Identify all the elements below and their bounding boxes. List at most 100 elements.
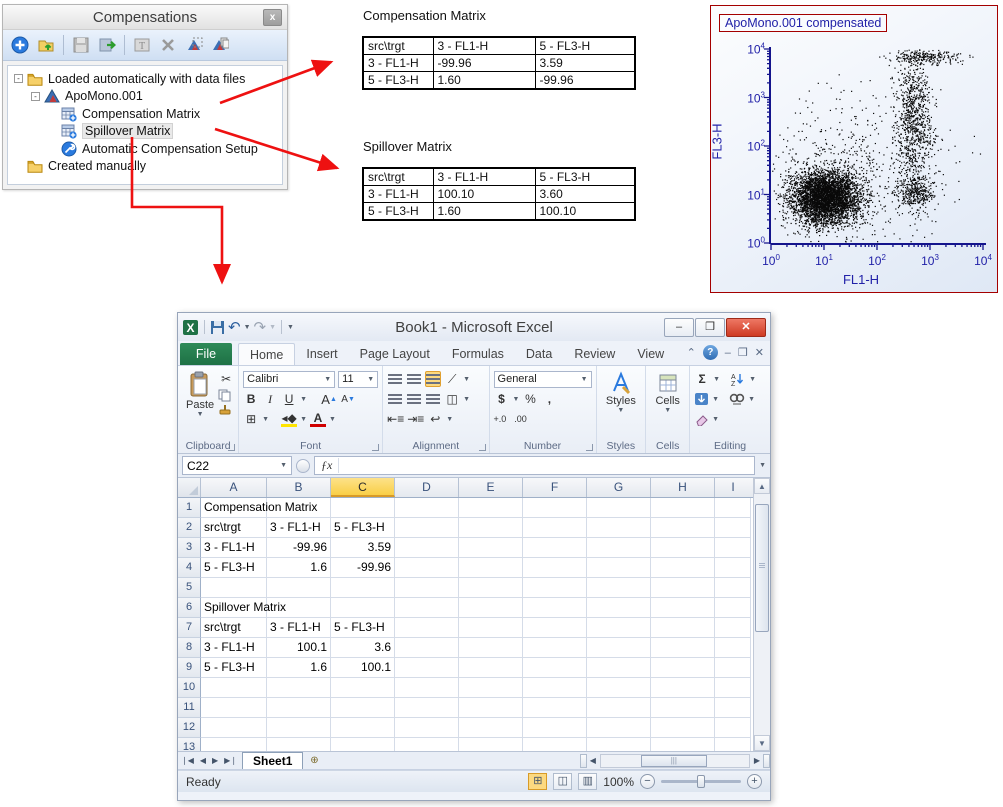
- column-header-G[interactable]: G: [587, 478, 651, 497]
- help-icon[interactable]: ?: [703, 345, 718, 360]
- cells-button[interactable]: Cells▼: [650, 369, 685, 416]
- cell-E10[interactable]: [459, 678, 523, 698]
- formula-input[interactable]: ƒx: [314, 456, 755, 475]
- cell-F1[interactable]: [523, 498, 587, 518]
- scroll-right-icon[interactable]: ▶: [751, 756, 763, 765]
- cell-C7[interactable]: 5 - FL3-H: [331, 618, 395, 638]
- tree-item-compensation-matrix[interactable]: Compensation Matrix: [10, 105, 280, 123]
- cell-A9[interactable]: 5 - FL3-H: [201, 658, 267, 678]
- row-header-6[interactable]: 6: [178, 598, 201, 618]
- cell-A12[interactable]: [201, 718, 267, 738]
- export-icon[interactable]: [96, 34, 118, 56]
- cell-E11[interactable]: [459, 698, 523, 718]
- save-icon[interactable]: [70, 34, 92, 56]
- column-header-C[interactable]: C: [331, 478, 395, 497]
- column-header-B[interactable]: B: [267, 478, 331, 497]
- cell-G6[interactable]: [587, 598, 651, 618]
- cell-G2[interactable]: [587, 518, 651, 538]
- row-header-4[interactable]: 4: [178, 558, 201, 578]
- tree-item-label[interactable]: Loaded automatically with data files: [48, 72, 245, 86]
- cell-E13[interactable]: [459, 738, 523, 752]
- redo-dropdown-icon[interactable]: ▼: [269, 324, 276, 331]
- add-icon[interactable]: [9, 34, 31, 56]
- row-header-2[interactable]: 2: [178, 518, 201, 538]
- row-header-7[interactable]: 7: [178, 618, 201, 638]
- borders-dropdown-icon[interactable]: ▼: [262, 416, 269, 423]
- cell-E8[interactable]: [459, 638, 523, 658]
- cell-B7[interactable]: 3 - FL1-H: [267, 618, 331, 638]
- sort-filter-icon[interactable]: AZ: [730, 372, 746, 386]
- horizontal-scrollbar[interactable]: [600, 754, 750, 768]
- cell-I4[interactable]: [715, 558, 751, 578]
- column-header-F[interactable]: F: [523, 478, 587, 497]
- cell-B5[interactable]: [267, 578, 331, 598]
- normal-view-icon[interactable]: ⊞: [528, 773, 547, 790]
- paste-button[interactable]: Paste▼: [182, 369, 218, 420]
- delete-icon[interactable]: [157, 34, 179, 56]
- close-icon[interactable]: x: [263, 9, 282, 26]
- cell-B9[interactable]: 1.6: [267, 658, 331, 678]
- zoom-slider[interactable]: [661, 780, 741, 783]
- cell-H6[interactable]: [651, 598, 715, 618]
- tree-item-spillover-matrix[interactable]: Spillover Matrix: [10, 123, 280, 141]
- tree-item-automatic-compensation-setup[interactable]: Automatic Compensation Setup: [10, 140, 280, 158]
- minimize-button[interactable]: –: [664, 318, 694, 337]
- cell-H1[interactable]: [651, 498, 715, 518]
- cell-C1[interactable]: [331, 498, 395, 518]
- cell-H13[interactable]: [651, 738, 715, 752]
- cell-G3[interactable]: [587, 538, 651, 558]
- format-painter-icon[interactable]: [218, 404, 232, 417]
- cell-H12[interactable]: [651, 718, 715, 738]
- cell-F7[interactable]: [523, 618, 587, 638]
- styles-button[interactable]: Styles▼: [601, 369, 642, 416]
- rename-icon[interactable]: T: [131, 34, 153, 56]
- row-header-9[interactable]: 9: [178, 658, 201, 678]
- tree-item-label[interactable]: ApoMono.001: [65, 89, 143, 103]
- tab-sheet1[interactable]: Sheet1: [242, 752, 303, 769]
- cell-G10[interactable]: [587, 678, 651, 698]
- cell-A3[interactable]: 3 - FL1-H: [201, 538, 267, 558]
- clear-dropdown-icon[interactable]: ▼: [712, 416, 719, 423]
- zoom-slider-thumb[interactable]: [697, 775, 705, 788]
- fill-color-dropdown-icon[interactable]: ▼: [300, 416, 307, 423]
- vertical-scrollbar[interactable]: ▲ ▼: [753, 478, 770, 751]
- save-icon[interactable]: [210, 320, 225, 335]
- cell-F3[interactable]: [523, 538, 587, 558]
- tree-item-label[interactable]: Automatic Compensation Setup: [82, 142, 258, 156]
- cell-D7[interactable]: [395, 618, 459, 638]
- cell-I9[interactable]: [715, 658, 751, 678]
- cell-C2[interactable]: 5 - FL3-H: [331, 518, 395, 538]
- cell-D12[interactable]: [395, 718, 459, 738]
- cell-F11[interactable]: [523, 698, 587, 718]
- cell-H5[interactable]: [651, 578, 715, 598]
- page-layout-view-icon[interactable]: ◫: [553, 773, 572, 790]
- underline-dropdown-icon[interactable]: ▼: [300, 396, 307, 403]
- cell-B1[interactable]: [267, 498, 331, 518]
- cell-D2[interactable]: [395, 518, 459, 538]
- cell-B8[interactable]: 100.1: [267, 638, 331, 658]
- font-color-icon[interactable]: A: [310, 411, 326, 427]
- cell-C4[interactable]: -99.96: [331, 558, 395, 578]
- scroll-left-icon[interactable]: ◀: [587, 756, 599, 765]
- cell-H11[interactable]: [651, 698, 715, 718]
- first-sheet-icon[interactable]: ❘◀: [178, 756, 197, 765]
- cell-I7[interactable]: [715, 618, 751, 638]
- workbook-minimize-icon[interactable]: –: [725, 347, 731, 359]
- cell-C12[interactable]: [331, 718, 395, 738]
- align-bottom-icon[interactable]: [425, 371, 441, 387]
- wrap-text-dropdown-icon[interactable]: ▼: [446, 416, 453, 423]
- row-header-11[interactable]: 11: [178, 698, 201, 718]
- collapse-ribbon-icon[interactable]: ⌃: [687, 346, 696, 359]
- prev-sheet-icon[interactable]: ◀: [197, 756, 209, 765]
- cell-G7[interactable]: [587, 618, 651, 638]
- tab-insert[interactable]: Insert: [295, 343, 348, 365]
- alignment-dialog-launcher[interactable]: [479, 444, 486, 451]
- compensate-copy-icon[interactable]: [209, 34, 231, 56]
- horizontal-scroll-thumb[interactable]: [641, 755, 707, 767]
- find-dropdown-icon[interactable]: ▼: [748, 396, 755, 403]
- cell-E5[interactable]: [459, 578, 523, 598]
- clipboard-dialog-launcher[interactable]: [228, 444, 235, 451]
- decrease-decimal-icon[interactable]: .00: [514, 414, 527, 424]
- cell-B3[interactable]: -99.96: [267, 538, 331, 558]
- cell-D10[interactable]: [395, 678, 459, 698]
